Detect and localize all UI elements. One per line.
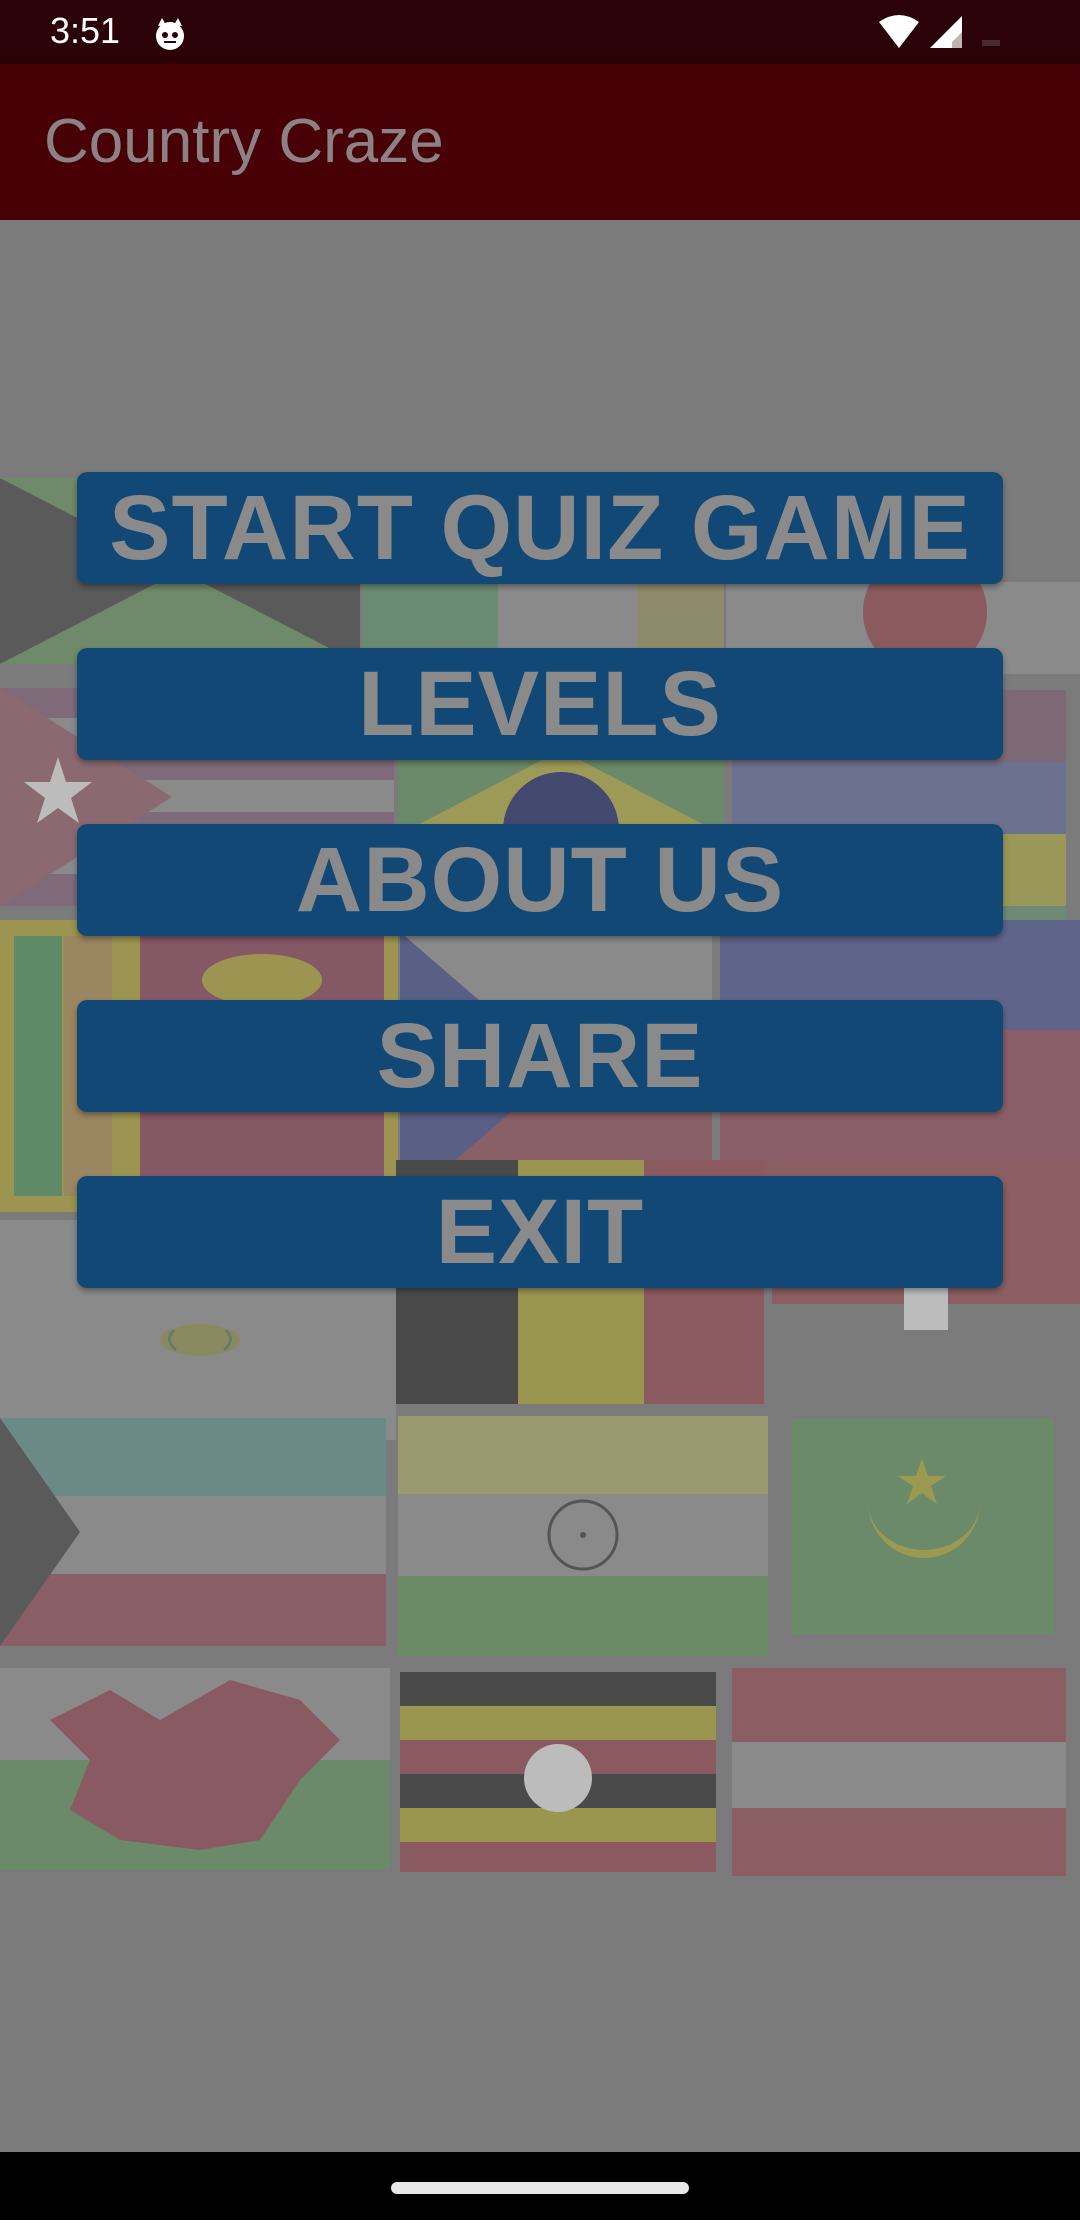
app-bar: Country Craze (0, 64, 1080, 220)
home-gesture-pill[interactable] (391, 2182, 689, 2194)
cat-face-notification-icon (156, 18, 184, 50)
battery-icon (982, 40, 1000, 46)
about-us-button[interactable]: ABOUT US (77, 824, 1003, 936)
status-time: 3:51 (50, 10, 121, 51)
exit-button[interactable]: EXIT (77, 1176, 1003, 1288)
start-quiz-game-button[interactable]: START QUIZ GAME (77, 472, 1003, 584)
signal-icon (930, 16, 962, 48)
share-button[interactable]: SHARE (77, 1000, 1003, 1112)
wifi-icon (879, 15, 919, 48)
navigation-bar (0, 2152, 1080, 2220)
app-title: Country Craze (44, 107, 444, 176)
levels-button[interactable]: LEVELS (77, 648, 1003, 760)
status-bar: 3:51 (0, 0, 1080, 64)
